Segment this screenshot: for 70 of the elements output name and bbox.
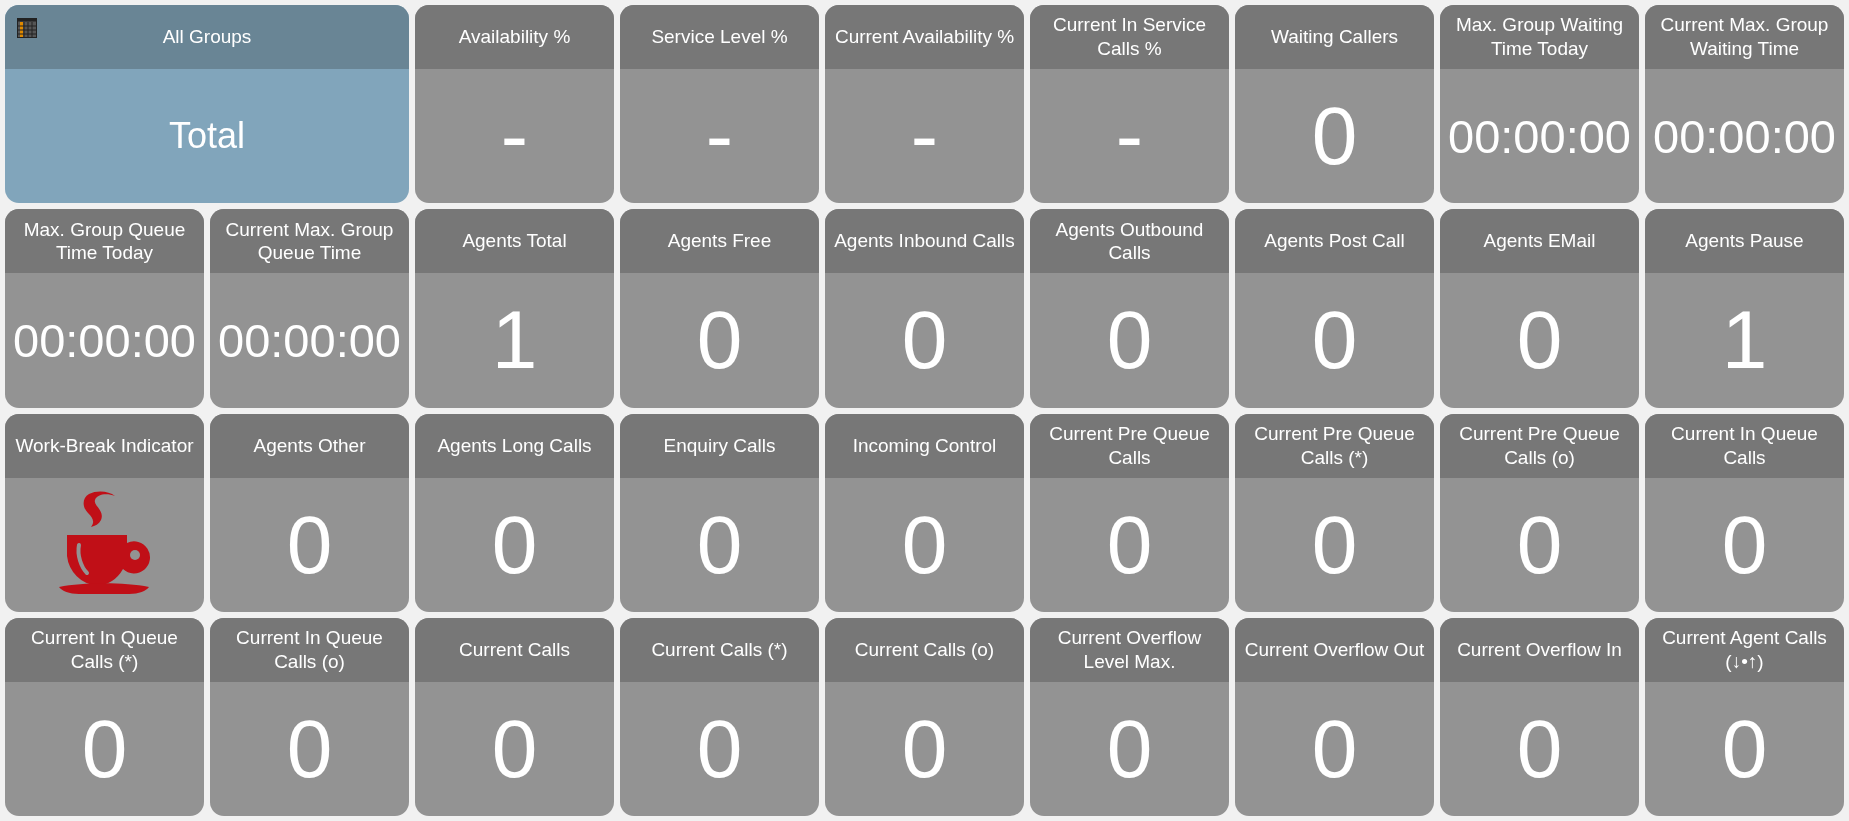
tile-title: Service Level % bbox=[651, 25, 788, 49]
metric-value: 0 bbox=[491, 503, 538, 586]
tile-title: Max. Group Waiting Time Today bbox=[1454, 13, 1625, 61]
table-icon bbox=[17, 17, 37, 38]
tile-title: Enquiry Calls bbox=[663, 433, 776, 458]
tile-title: Current In Queue Calls (o) bbox=[235, 626, 384, 674]
tile-title: Agents EMail bbox=[1483, 229, 1596, 254]
tile-title: Current Calls bbox=[459, 637, 570, 662]
tile-title: Current Max. Group Queue Time bbox=[224, 217, 395, 265]
tile-title: Agents Pause bbox=[1685, 229, 1804, 254]
metric-value: 0 bbox=[1106, 503, 1153, 586]
tile-title: Agents Post Call bbox=[1264, 229, 1405, 254]
metric-value: - bbox=[500, 95, 529, 178]
tile-title: Agents Long Calls bbox=[437, 433, 592, 458]
tile-title: Agents Outbound Calls bbox=[1054, 217, 1205, 265]
tile-title: Current Pre Queue Calls (*) bbox=[1253, 421, 1416, 470]
tile-title: Availability % bbox=[458, 25, 571, 49]
tile-title: Current Overflow Level Max. bbox=[1056, 626, 1203, 674]
metric-value: 0 bbox=[1516, 707, 1563, 790]
metric-value: 0 bbox=[696, 707, 743, 790]
metric-value: 0 bbox=[1516, 503, 1563, 586]
metric-value: 1 bbox=[491, 299, 538, 382]
group-name: Total bbox=[168, 114, 245, 159]
metric-value: 0 bbox=[1721, 503, 1768, 586]
metric-value: 0 bbox=[1311, 299, 1358, 382]
metric-value: 0 bbox=[901, 503, 948, 586]
tile-title: Current Max. Group Waiting Time bbox=[1659, 13, 1830, 61]
tile-title: Current In Service Calls % bbox=[1051, 13, 1208, 61]
tile-title: Work-Break Indicator bbox=[15, 433, 194, 458]
time-value: 00:00:00 bbox=[1448, 112, 1631, 160]
tile-title: Current Agent Calls (↓•↑) bbox=[1661, 626, 1828, 674]
metric-value: 0 bbox=[1516, 299, 1563, 382]
metric-value: 0 bbox=[1311, 707, 1358, 790]
metric-value: 0 bbox=[286, 707, 333, 790]
tile-title: Current Overflow In bbox=[1457, 637, 1622, 662]
time-value: 00:00:00 bbox=[1653, 112, 1836, 160]
time-value: 00:00:00 bbox=[13, 316, 196, 364]
tile-title: All Groups bbox=[162, 25, 252, 49]
tile-title: Agents Other bbox=[253, 433, 366, 458]
metric-value: 0 bbox=[901, 299, 948, 382]
tile-title: Current Pre Queue Calls (o) bbox=[1458, 421, 1621, 470]
metric-value: 0 bbox=[901, 707, 948, 790]
time-value: 00:00:00 bbox=[218, 316, 401, 364]
metric-value: 1 bbox=[1721, 299, 1768, 382]
tile-title: Agents Free bbox=[667, 229, 772, 254]
tile-title: Current In Queue Calls bbox=[1670, 421, 1819, 470]
tile-title: Agents Inbound Calls bbox=[834, 229, 1015, 254]
tile-title: Agents Total bbox=[462, 229, 567, 254]
metric-value: - bbox=[1115, 95, 1144, 178]
tile-title: Incoming Control bbox=[852, 433, 997, 458]
metric-value: - bbox=[910, 95, 939, 178]
tile-title: Current Overflow Out bbox=[1244, 637, 1425, 662]
metric-value: 0 bbox=[1311, 503, 1358, 586]
tile-title: Current Calls (o) bbox=[854, 637, 995, 662]
metric-value: 0 bbox=[696, 299, 743, 382]
metric-value: 0 bbox=[1106, 299, 1153, 382]
metric-value: 0 bbox=[1311, 95, 1358, 178]
metric-value: 0 bbox=[1721, 707, 1768, 790]
metric-value: 0 bbox=[81, 707, 128, 790]
metric-value: 0 bbox=[696, 503, 743, 586]
tile-title: Current Pre Queue Calls bbox=[1048, 421, 1211, 470]
tile-title: Current Calls (*) bbox=[651, 637, 788, 662]
metric-value: 0 bbox=[491, 707, 538, 790]
metric-value: 0 bbox=[286, 503, 333, 586]
metric-value: 0 bbox=[1106, 707, 1153, 790]
tile-title: Current In Queue Calls (*) bbox=[30, 626, 179, 674]
tile-title: Current Availability % bbox=[834, 25, 1015, 49]
tile-title: Waiting Callers bbox=[1270, 25, 1399, 49]
tile-title: Max. Group Queue Time Today bbox=[22, 217, 187, 265]
metric-value: - bbox=[705, 95, 734, 178]
